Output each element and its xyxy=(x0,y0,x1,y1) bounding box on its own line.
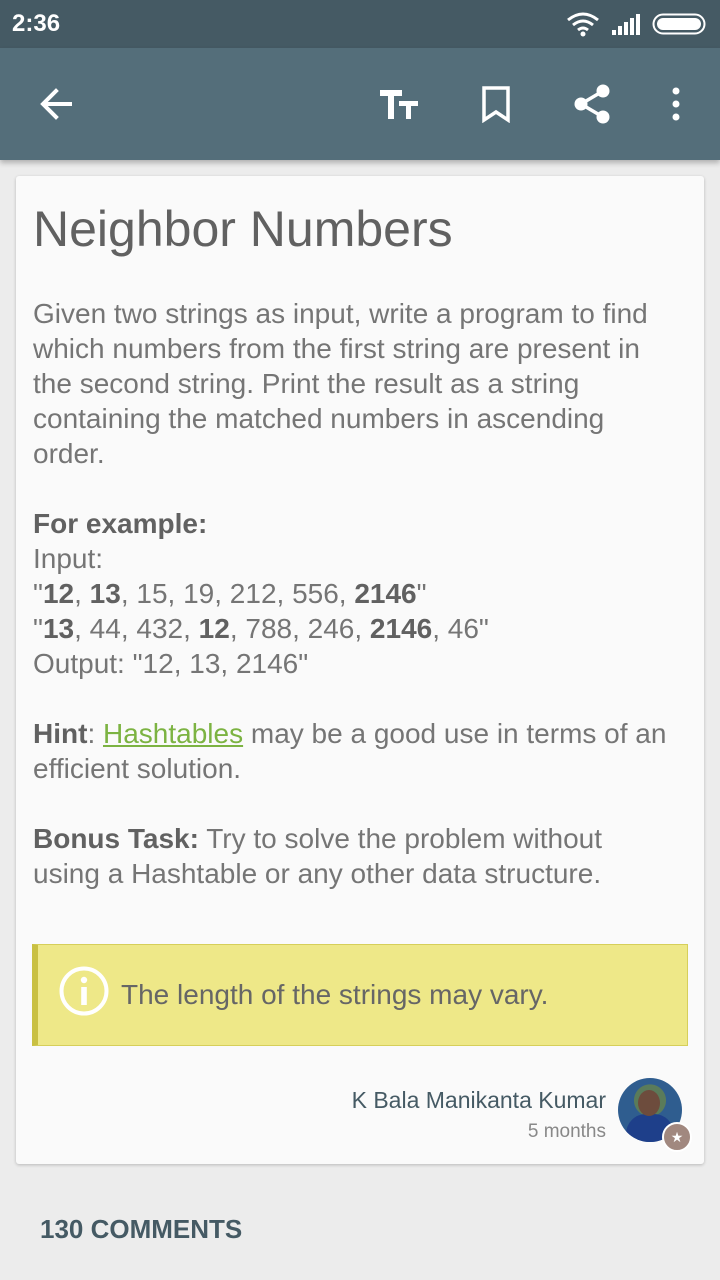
comments-link[interactable]: 130 COMMENTS xyxy=(40,1214,242,1245)
example-text: , 46" xyxy=(432,613,489,644)
hashtables-link[interactable]: Hashtables xyxy=(103,718,243,749)
status-time: 2:36 xyxy=(12,10,61,37)
author-name[interactable]: K Bala Manikanta Kumar xyxy=(352,1087,606,1114)
matched-number: 12 xyxy=(42,578,75,609)
back-arrow-icon xyxy=(40,88,72,120)
hint-label: Hint xyxy=(33,718,88,749)
hint-colon: : xyxy=(87,718,103,749)
back-button[interactable] xyxy=(28,76,84,132)
example-input-label: Input: xyxy=(33,543,104,574)
matched-number: 2146 xyxy=(369,613,433,644)
example-text: , 44, 432, xyxy=(74,613,199,644)
signal-icon xyxy=(612,14,640,35)
note-text: The length of the strings may vary. xyxy=(121,979,549,1010)
post-intro: Given two strings as input, write a prog… xyxy=(33,298,648,469)
matched-number: 13 xyxy=(42,613,75,644)
example-heading: For example: xyxy=(33,508,208,539)
post-time: 5 months xyxy=(527,1121,606,1142)
bookmark-icon xyxy=(482,86,510,123)
matched-number: 13 xyxy=(89,578,121,609)
more-options-button[interactable] xyxy=(648,76,704,132)
star-badge-icon: ★ xyxy=(662,1122,692,1152)
more-vert-icon xyxy=(672,87,680,121)
example-output: Output: "12, 13, 2146" xyxy=(33,648,309,679)
info-note: The length of the strings may vary. xyxy=(32,944,688,1046)
example-text: " xyxy=(33,613,43,644)
text-size-icon xyxy=(380,90,418,119)
matched-number: 12 xyxy=(198,613,230,644)
example-text: , 788, 246, xyxy=(229,613,370,644)
wifi-icon xyxy=(567,12,599,37)
battery-icon xyxy=(652,13,706,35)
avatar-face xyxy=(638,1090,660,1116)
example-line-2: "13, 44, 432, 12, 788, 246, 2146, 46" xyxy=(33,611,673,646)
bookmark-button[interactable] xyxy=(468,76,524,132)
example-text: , xyxy=(74,578,90,609)
example-text: " xyxy=(416,578,427,609)
text-size-button[interactable] xyxy=(371,76,427,132)
share-icon xyxy=(574,84,610,124)
post-card: Neighbor Numbers Given two strings as in… xyxy=(16,176,704,1164)
info-icon xyxy=(59,966,109,1016)
hint-paragraph: Hint: Hashtables may be a good use in te… xyxy=(33,716,673,786)
share-button[interactable] xyxy=(564,76,620,132)
status-bar: 2:36 xyxy=(0,0,720,48)
app-bar xyxy=(0,48,720,160)
bonus-paragraph: Bonus Task: Try to solve the problem wit… xyxy=(33,821,673,891)
example-text: , 15, 19, 212, 556, xyxy=(120,578,355,609)
post-title: Neighbor Numbers xyxy=(33,201,453,257)
example-line-1: "12, 13, 15, 19, 212, 556, 2146" xyxy=(33,576,673,611)
example-text: " xyxy=(33,578,43,609)
matched-number: 2146 xyxy=(354,578,417,609)
status-icons xyxy=(566,10,708,38)
example-block: For example: Input: "12, 13, 15, 19, 212… xyxy=(33,506,673,681)
bonus-label: Bonus Task: xyxy=(33,823,199,854)
